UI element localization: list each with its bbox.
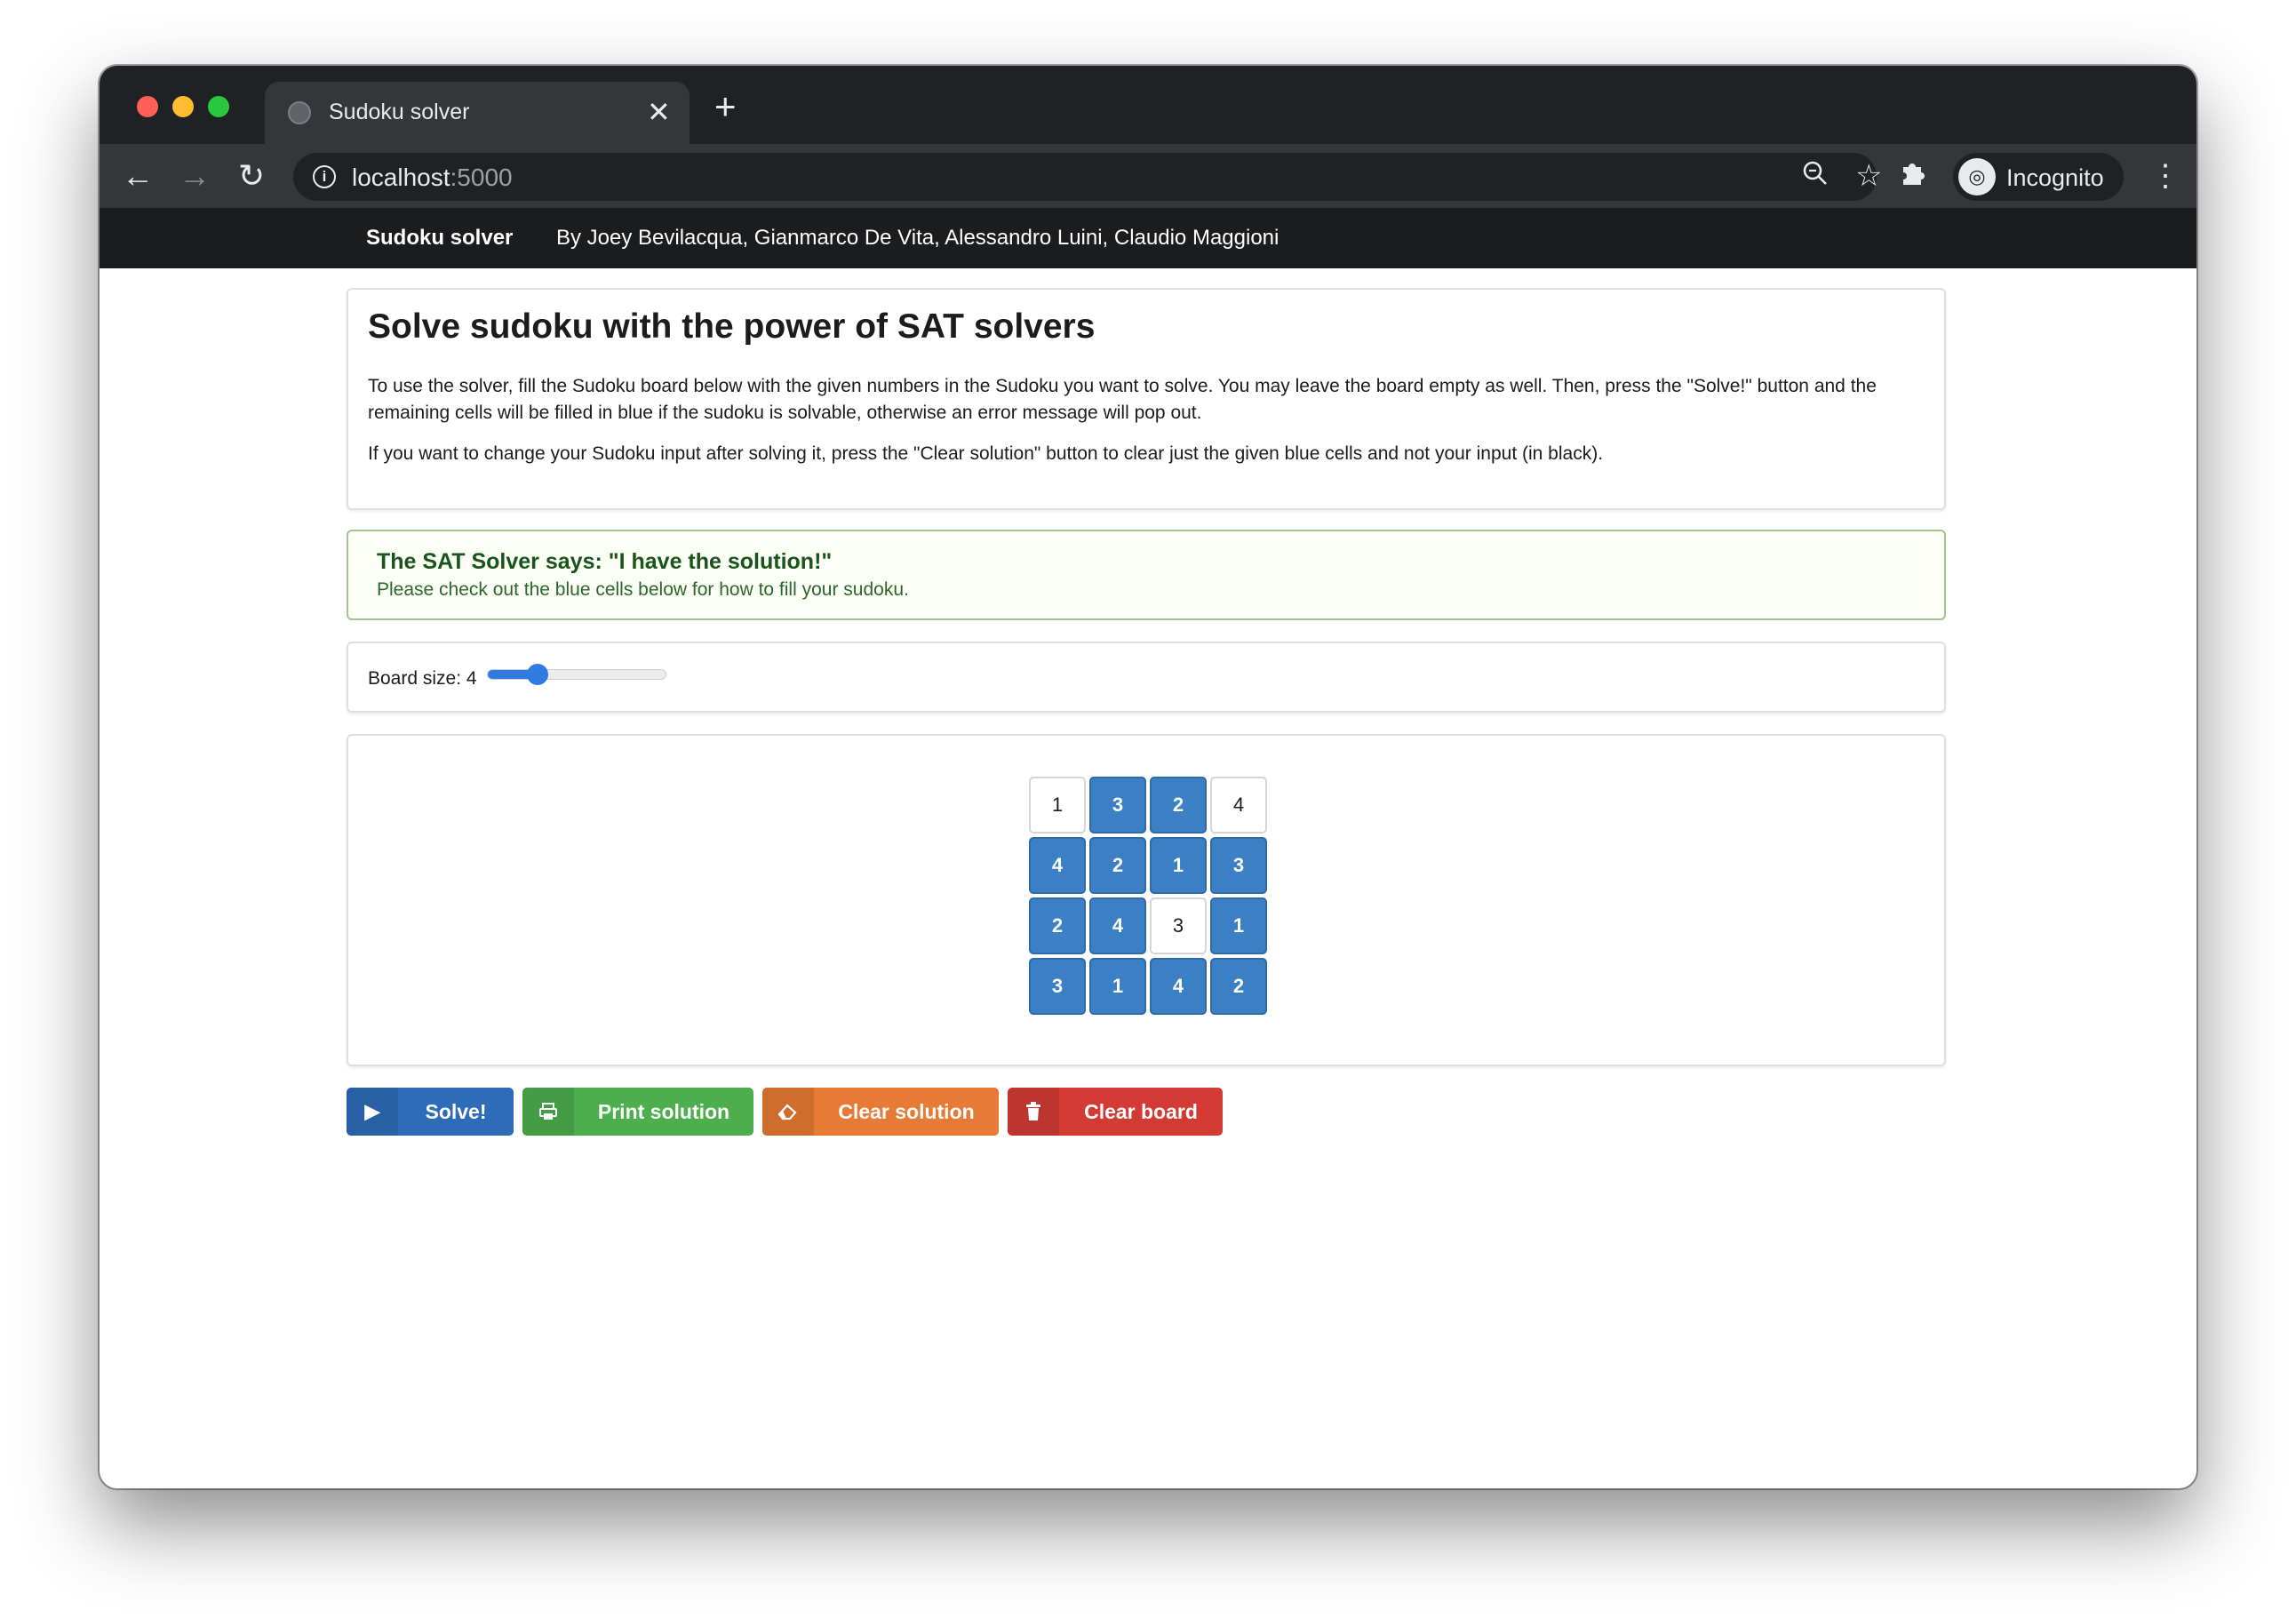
clear-board-label: Clear board [1084,1100,1198,1123]
sudoku-cell-solved[interactable]: 1 [1150,837,1207,894]
sudoku-cell-solved[interactable]: 3 [1089,777,1146,833]
clear-board-button[interactable]: Clear board [1008,1088,1223,1136]
site-authors: By Joey Bevilacqua, Gianmarco De Vita, A… [556,226,1280,250]
close-window-button[interactable] [137,96,158,117]
intro-panel: Solve sudoku with the power of SAT solve… [347,288,1946,510]
plus-icon[interactable]: + [714,88,737,125]
print-solution-label: Print solution [597,1100,730,1123]
board-size-panel: Board size: 4 [347,642,1946,713]
success-message-body: Please check out the blue cells below fo… [377,579,909,600]
zoom-icon[interactable] [1802,160,1829,195]
url-port: :5000 [450,163,513,191]
sudoku-cell-solved[interactable]: 1 [1089,958,1146,1015]
sudoku-cell-given[interactable]: 4 [1210,777,1267,833]
trash-glyph [1026,1102,1040,1121]
puzzle-glyph [1903,163,1925,185]
eraser-glyph [777,1104,797,1121]
sudoku-cell-solved[interactable]: 4 [1150,958,1207,1015]
maximize-window-button[interactable] [208,96,229,117]
sudoku-cell-solved[interactable]: 2 [1089,837,1146,894]
info-icon[interactable]: i [313,165,336,188]
url-host: localhost [352,163,450,191]
page-title: Solve sudoku with the power of SAT solve… [368,307,1096,346]
site-navbar: Sudoku solver By Joey Bevilacqua, Gianma… [100,208,2196,268]
more-menu-icon[interactable]: ⋮ [2150,155,2180,197]
forward-arrow-icon[interactable]: → [173,155,216,197]
solve-button[interactable]: ▶ Solve! [347,1088,514,1136]
back-arrow-icon[interactable]: ← [116,155,159,197]
clear-solution-button[interactable]: Clear solution [762,1088,999,1136]
extensions-puzzle-icon[interactable] [1898,156,1926,197]
minimize-window-button[interactable] [172,96,194,117]
sudoku-cell-given[interactable]: 1 [1029,777,1086,833]
play-icon: ▶ [347,1088,398,1136]
globe-icon [288,101,311,124]
sudoku-cell-solved[interactable]: 3 [1029,958,1086,1015]
sudoku-cell-solved[interactable]: 2 [1150,777,1207,833]
sudoku-cell-solved[interactable]: 3 [1210,837,1267,894]
intro-paragraph-2: If you want to change your Sudoku input … [368,443,1604,464]
slider-thumb[interactable] [527,664,548,685]
sudoku-cell-given[interactable]: 3 [1150,897,1207,954]
sudoku-cell-solved[interactable]: 1 [1210,897,1267,954]
sudoku-cell-solved[interactable]: 4 [1029,837,1086,894]
print-solution-button[interactable]: Print solution [522,1088,753,1136]
trash-icon [1008,1088,1059,1136]
printer-icon [522,1088,574,1136]
bookmark-star-icon[interactable]: ☆ [1855,158,1882,194]
printer-glyph [539,1103,557,1120]
address-bar[interactable]: i localhost:5000 ☆ [293,153,1882,201]
profile-label: Incognito [2006,164,2104,191]
tab-strip: Sudoku solver ✕ + [100,66,2196,144]
incognito-icon: ◎ [1958,158,1996,195]
sudoku-cell-solved[interactable]: 2 [1029,897,1086,954]
board-size-slider[interactable] [487,664,666,685]
close-icon[interactable]: ✕ [647,94,671,130]
sudoku-board-panel: 1324421324313142 [347,734,1946,1066]
success-message: The SAT Solver says: "I have the solutio… [347,530,1946,620]
eraser-icon [762,1088,814,1136]
reload-icon[interactable]: ↻ [230,155,273,197]
sudoku-grid: 1324421324313142 [1029,777,1269,1017]
browser-tab[interactable]: Sudoku solver ✕ [265,82,690,144]
browser-toolbar: ← → ↻ i localhost:5000 ☆ ◎ Incognito ⋮ [100,144,2196,208]
success-message-header: The SAT Solver says: "I have the solutio… [377,549,833,574]
solve-button-label: Solve! [425,1100,487,1123]
sudoku-cell-solved[interactable]: 2 [1210,958,1267,1015]
url-text[interactable]: localhost:5000 [352,163,513,192]
sudoku-cell-solved[interactable]: 4 [1089,897,1146,954]
zoom-glyph [1803,161,1827,185]
board-size-label: Board size: 4 [368,668,477,689]
clear-solution-label: Clear solution [838,1100,975,1123]
site-brand[interactable]: Sudoku solver [366,226,513,251]
tab-title: Sudoku solver [329,100,470,124]
browser-window: Sudoku solver ✕ + ← → ↻ i localhost:5000… [100,66,2196,1488]
incognito-profile-button[interactable]: ◎ Incognito [1953,153,2124,201]
intro-paragraph-1: To use the solver, fill the Sudoku board… [368,376,1877,423]
